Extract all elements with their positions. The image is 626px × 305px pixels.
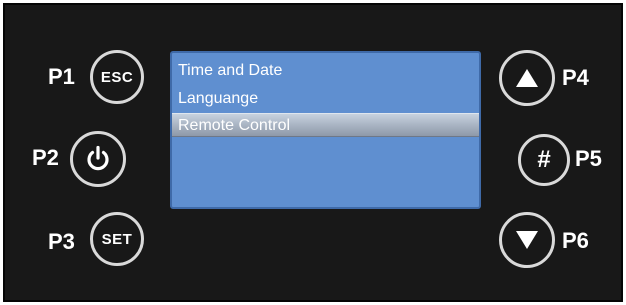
set-button[interactable]: SET [90, 212, 144, 266]
power-icon [87, 145, 109, 171]
control-panel: P1 P2 P3 ESC SET Time and Date Languange… [3, 3, 623, 302]
esc-button[interactable]: ESC [90, 50, 144, 104]
label-p1: P1 [48, 64, 75, 89]
lcd-screen: Time and Date Languange Remote Control [170, 51, 481, 209]
hash-button[interactable]: # [518, 134, 570, 186]
menu-item-time-and-date[interactable]: Time and Date [172, 59, 479, 83]
label-p6: P6 [562, 228, 589, 253]
power-button[interactable] [70, 131, 126, 187]
label-p4: P4 [562, 65, 589, 90]
label-p5: P5 [575, 146, 602, 171]
esc-button-label: ESC [100, 68, 134, 86]
menu-item-remote-control[interactable]: Remote Control [172, 113, 479, 137]
hash-button-label: # [537, 146, 551, 173]
down-button[interactable] [499, 212, 555, 268]
up-button[interactable] [499, 50, 555, 106]
set-button-label: SET [101, 230, 133, 248]
up-arrow-icon [516, 69, 538, 87]
down-arrow-icon [516, 231, 538, 249]
label-p3: P3 [48, 229, 75, 254]
label-p2: P2 [32, 145, 59, 170]
menu-item-language[interactable]: Languange [172, 87, 479, 111]
